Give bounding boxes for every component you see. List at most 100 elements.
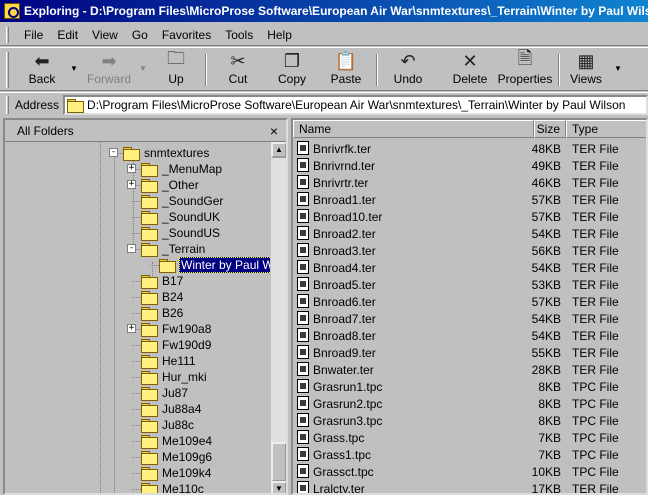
tree-item[interactable]: _SoundGer	[141, 193, 224, 209]
file-row[interactable]: Bnroad10.ter 57KB TER File	[293, 208, 646, 225]
close-icon[interactable]: ×	[270, 123, 278, 139]
back-dropdown-icon[interactable]: ▼	[70, 64, 78, 73]
tree-item[interactable]: _SoundUS	[141, 225, 221, 241]
back-button[interactable]: ⬅ Back	[22, 50, 62, 90]
properties-button[interactable]: 🗎 Properties	[497, 48, 553, 90]
views-dropdown-icon[interactable]: ▼	[614, 64, 622, 73]
menu-edit[interactable]: Edit	[50, 26, 85, 44]
folder-tree-scrollbar[interactable]: ▲ ▼	[270, 142, 286, 493]
collapse-minus-icon[interactable]: -	[109, 148, 118, 157]
views-button[interactable]: ▦ Views	[566, 50, 606, 90]
address-label: Address	[15, 97, 60, 112]
folder-icon	[141, 435, 158, 449]
scroll-up-icon[interactable]: ▲	[271, 142, 286, 158]
tree-item[interactable]: Me109e4	[141, 433, 213, 449]
tree-item[interactable]: Me109k4	[141, 465, 212, 481]
tree-item[interactable]: Me110c	[141, 481, 205, 495]
tree-item[interactable]: Hur_mki	[141, 369, 208, 385]
file-row[interactable]: Grass.tpc 7KB TPC File	[293, 429, 646, 446]
file-row[interactable]: Bnwater.ter 28KB TER File	[293, 361, 646, 378]
menu-favorites[interactable]: Favorites	[155, 26, 218, 44]
file-row[interactable]: Grasrun1.tpc 8KB TPC File	[293, 378, 646, 395]
file-row[interactable]: Grassct.tpc 10KB TPC File	[293, 463, 646, 480]
file-row[interactable]: Grasrun3.tpc 8KB TPC File	[293, 412, 646, 429]
toolbar-grip[interactable]	[6, 52, 9, 88]
column-header-name[interactable]: Name	[293, 120, 534, 138]
tree-item[interactable]: snmtextures	[123, 145, 210, 161]
tree-item-label: Me110c	[162, 482, 204, 495]
collapse-minus-icon[interactable]: -	[127, 244, 136, 253]
file-name: Bnrivrfk.ter	[313, 142, 372, 156]
scroll-thumb[interactable]	[271, 442, 286, 482]
file-row[interactable]: Grass1.tpc 7KB TPC File	[293, 446, 646, 463]
file-row[interactable]: Bnroad1.ter 57KB TER File	[293, 191, 646, 208]
folder-icon	[141, 419, 158, 433]
expand-plus-icon[interactable]: +	[127, 180, 136, 189]
file-row[interactable]: Bnroad7.ter 54KB TER File	[293, 310, 646, 327]
file-type: TER File	[572, 329, 619, 343]
tree-connector-line	[150, 265, 159, 266]
file-row[interactable]: Bnroad6.ter 57KB TER File	[293, 293, 646, 310]
file-row[interactable]: Bnroad9.ter 55KB TER File	[293, 344, 646, 361]
file-row[interactable]: Bnroad5.ter 53KB TER File	[293, 276, 646, 293]
addressbar-grip[interactable]	[6, 95, 9, 114]
menu-view[interactable]: View	[85, 26, 125, 44]
file-icon	[297, 413, 309, 427]
expand-plus-icon[interactable]: +	[127, 164, 136, 173]
scroll-down-icon[interactable]: ▼	[271, 481, 286, 493]
cut-button[interactable]: ✂ Cut	[218, 50, 258, 90]
tree-item[interactable]: B26	[141, 305, 184, 321]
file-type: TER File	[572, 312, 619, 326]
tree-item-label: _SoundUS	[162, 226, 221, 240]
file-type: TER File	[572, 261, 619, 275]
title-bar[interactable]: Exploring - D:\Program Files\MicroProse …	[0, 0, 648, 22]
tree-item[interactable]: Ju88a4	[141, 401, 202, 417]
forward-button[interactable]: ➡ Forward	[84, 50, 134, 90]
forward-dropdown-icon[interactable]: ▼	[139, 64, 147, 73]
tree-item[interactable]: _SoundUK	[141, 209, 221, 225]
menu-go[interactable]: Go	[125, 26, 155, 44]
toolbar-separator	[558, 54, 560, 86]
tree-item[interactable]: He111	[141, 353, 197, 369]
column-name-label: Name	[299, 122, 332, 136]
undo-button[interactable]: ↶ Undo	[388, 50, 428, 90]
menu-help[interactable]: Help	[260, 26, 299, 44]
file-row[interactable]: Bnroad2.ter 54KB TER File	[293, 225, 646, 242]
tree-item[interactable]: Fw190d9	[141, 337, 212, 353]
column-size-label: Size	[536, 122, 560, 136]
tree-item[interactable]: B24	[141, 289, 184, 305]
tree-item[interactable]: _MenuMap	[141, 161, 223, 177]
tree-item[interactable]: _Terrain	[141, 241, 206, 257]
file-row[interactable]: Bnroad8.ter 54KB TER File	[293, 327, 646, 344]
menu-tools[interactable]: Tools	[218, 26, 260, 44]
file-row[interactable]: Grasrun2.tpc 8KB TPC File	[293, 395, 646, 412]
tree-item[interactable]: Me109g6	[141, 449, 213, 465]
menubar-grip[interactable]	[6, 26, 9, 43]
tree-item[interactable]: Ju88c	[141, 417, 195, 433]
file-size: 28KB	[531, 363, 561, 377]
expand-plus-icon[interactable]: +	[127, 324, 136, 333]
file-row[interactable]: Lralcty.ter 17KB TER File	[293, 480, 646, 495]
tree-item[interactable]: Fw190a8	[141, 321, 212, 337]
menu-file[interactable]: File	[17, 26, 50, 44]
tree-item[interactable]: B17	[141, 273, 184, 289]
file-row[interactable]: Bnroad3.ter 56KB TER File	[293, 242, 646, 259]
tree-item[interactable]: Ju87	[141, 385, 189, 401]
delete-button[interactable]: ✕ Delete	[448, 50, 492, 90]
tree-item[interactable]: Winter by Paul Wilson	[159, 257, 273, 273]
up-button[interactable]: 🗀 Up	[158, 48, 194, 90]
copy-button[interactable]: ❐ Copy	[272, 50, 312, 90]
file-row[interactable]: Bnroad4.ter 54KB TER File	[293, 259, 646, 276]
explorer-app-icon[interactable]	[4, 3, 20, 19]
file-name: Lralcty.ter	[313, 482, 365, 495]
column-header-size[interactable]: Size	[534, 120, 566, 138]
tree-item[interactable]: _Other	[141, 177, 200, 193]
clipboard-icon: 📋	[334, 50, 358, 71]
file-row[interactable]: Bnrivrtr.ter 46KB TER File	[293, 174, 646, 191]
file-row[interactable]: Bnrivrnd.ter 49KB TER File	[293, 157, 646, 174]
file-row[interactable]: Bnrivrfk.ter 48KB TER File	[293, 140, 646, 157]
paste-button[interactable]: 📋 Paste	[326, 50, 366, 90]
folder-icon	[141, 355, 158, 369]
column-header-type[interactable]: Type	[566, 120, 646, 138]
address-input[interactable]: D:\Program Files\MicroProse Software\Eur…	[63, 94, 648, 115]
